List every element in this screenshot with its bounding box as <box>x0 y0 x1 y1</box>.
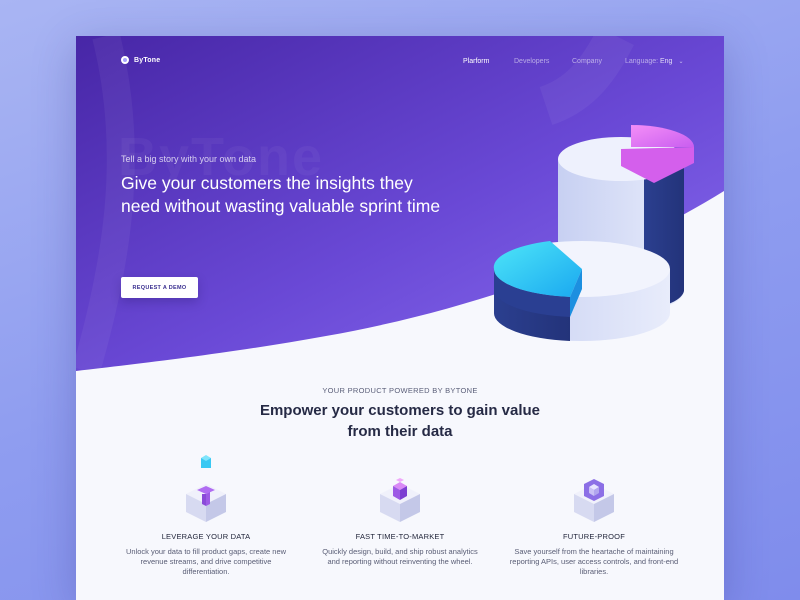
feature-description: Quickly design, build, and ship robust a… <box>322 547 478 566</box>
feature-card-leverage-data: LEVERAGE YOUR DATA Unlock your data to f… <box>121 454 291 576</box>
brand-name: ByTone <box>134 56 161 64</box>
feature-title: FUTURE-PROOF <box>563 532 625 541</box>
pie-cylinder-illustration <box>493 125 694 341</box>
section-title: Empower your customers to gain value fro… <box>259 402 541 440</box>
feature-title: FAST TIME-TO-MARKET <box>355 532 445 541</box>
language-value: Eng <box>660 58 673 65</box>
request-demo-button[interactable]: REQUEST A DEMO <box>121 277 198 298</box>
brand-logo[interactable]: ByTone <box>121 56 160 64</box>
nav-link-company[interactable]: Company <box>572 58 602 65</box>
nav-link-platform[interactable]: Plarform <box>463 58 489 65</box>
language-selector[interactable]: Eng ⌄ <box>660 58 684 65</box>
landing-page: ByTone ByTone Plarform Developers Compan… <box>76 36 724 600</box>
feature-title: LEVERAGE YOUR DATA <box>161 532 251 541</box>
top-nav: ByTone Plarform Developers Company Langu… <box>76 36 724 86</box>
feature-card-future-proof: FUTURE-PROOF Save yourself from the hear… <box>509 454 679 576</box>
hero-tagline: Tell a big story with your own data <box>121 154 257 164</box>
section-eyebrow: YOUR PRODUCT POWERED BY BYTONE <box>322 386 478 395</box>
hero-section: ByTone ByTone Plarform Developers Compan… <box>76 36 724 416</box>
language-label: Language: <box>625 58 659 65</box>
feature-card-time-to-market: FAST TIME-TO-MARKET Quickly design, buil… <box>315 454 485 566</box>
chevron-down-icon: ⌄ <box>678 59 684 65</box>
nav-link-developers[interactable]: Developers <box>514 58 549 65</box>
shield-cube-icon <box>574 479 614 522</box>
short-pie-cylinder <box>493 241 670 341</box>
hero-headline: Give your customers the insights they ne… <box>121 173 441 216</box>
data-cube-icon <box>186 455 226 522</box>
feature-description: Unlock your data to fill product gaps, c… <box>125 547 287 576</box>
stacked-cubes-icon <box>380 478 420 522</box>
logo-icon <box>121 56 129 64</box>
feature-description: Save yourself from the heartache of main… <box>509 547 679 576</box>
